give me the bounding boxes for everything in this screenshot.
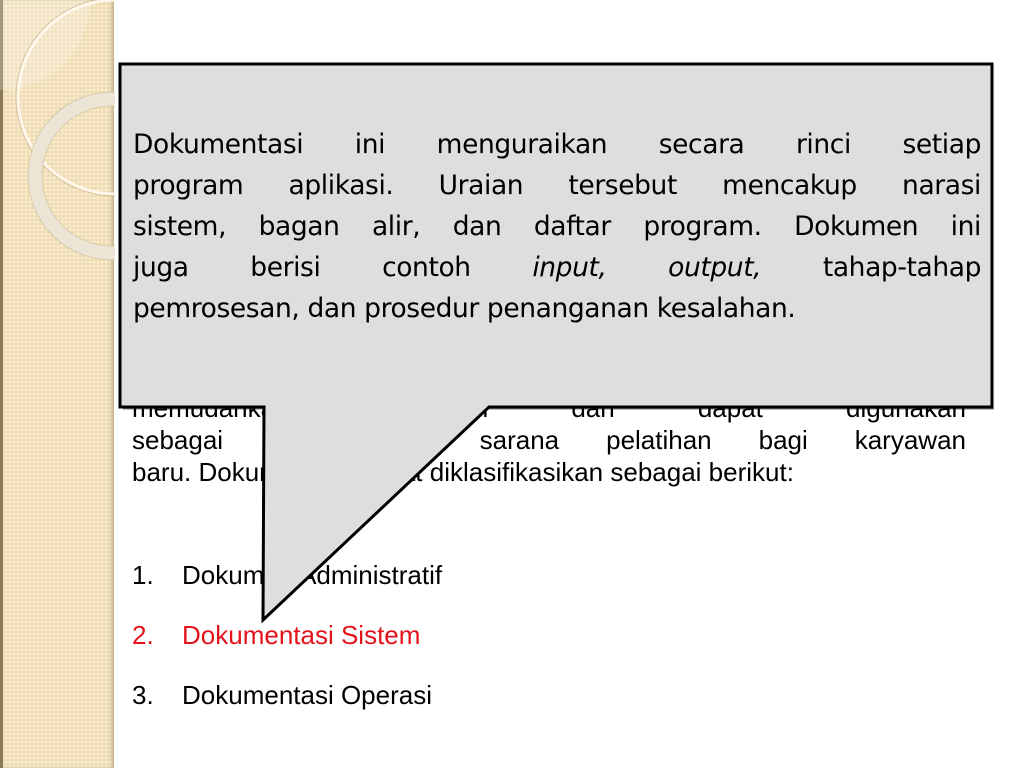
callout-line-segment — [607, 252, 669, 283]
documentation-types-list: 1. Dokumen Administratif 2. Dokumentasi … — [132, 560, 442, 740]
slide: memudahkan modifikasi dan dapat digunaka… — [0, 0, 1024, 768]
body-line: sebagai bahan dan sarana pelatihan bagi … — [132, 425, 966, 455]
list-item-label: Dokumentasi Sistem — [182, 620, 421, 650]
body-paragraph: memudahkan modifikasi dan dapat digunaka… — [132, 392, 966, 488]
light-arc-shape — [0, 0, 90, 90]
list-item-highlighted: 2. Dokumentasi Sistem — [132, 620, 442, 680]
callout-line: program aplikasi. Uraian tersebut mencak… — [133, 170, 981, 201]
list-item: 1. Dokumen Administratif — [132, 560, 442, 620]
callout-text: Dokumentasi ini menguraikan secara rinci… — [133, 124, 981, 329]
list-item: 3. Dokumentasi Operasi — [132, 680, 442, 740]
decorative-circles — [0, 0, 115, 261]
list-item-number: 1. — [132, 560, 154, 590]
callout-line-segment: juga berisi contoh — [133, 252, 533, 283]
callout-line: juga berisi contoh input, output, tahap-… — [133, 247, 981, 288]
callout-italic-output: output, — [668, 252, 762, 283]
list-item-number: 2. — [132, 620, 154, 650]
list-item-number: 3. — [132, 680, 154, 710]
callout-line-segment: tahap-tahap — [761, 252, 982, 283]
list-item-label: Dokumentasi Operasi — [182, 680, 432, 710]
callout-line: sistem, bagan alir, dan daftar program. … — [133, 211, 981, 242]
callout-line: Dokumentasi ini menguraikan secara rinci… — [133, 129, 981, 160]
body-line: memudahkan modifikasi dan dapat digunaka… — [132, 393, 966, 423]
list-item-label: Dokumen Administratif — [182, 560, 443, 590]
callout-italic-input: input, — [532, 252, 607, 283]
body-line: baru. Dokumentasi dapat diklasifikasikan… — [132, 457, 794, 487]
decorative-sidebar — [0, 0, 115, 768]
callout-line: pemrosesan, dan prosedur penanganan kesa… — [133, 293, 796, 324]
